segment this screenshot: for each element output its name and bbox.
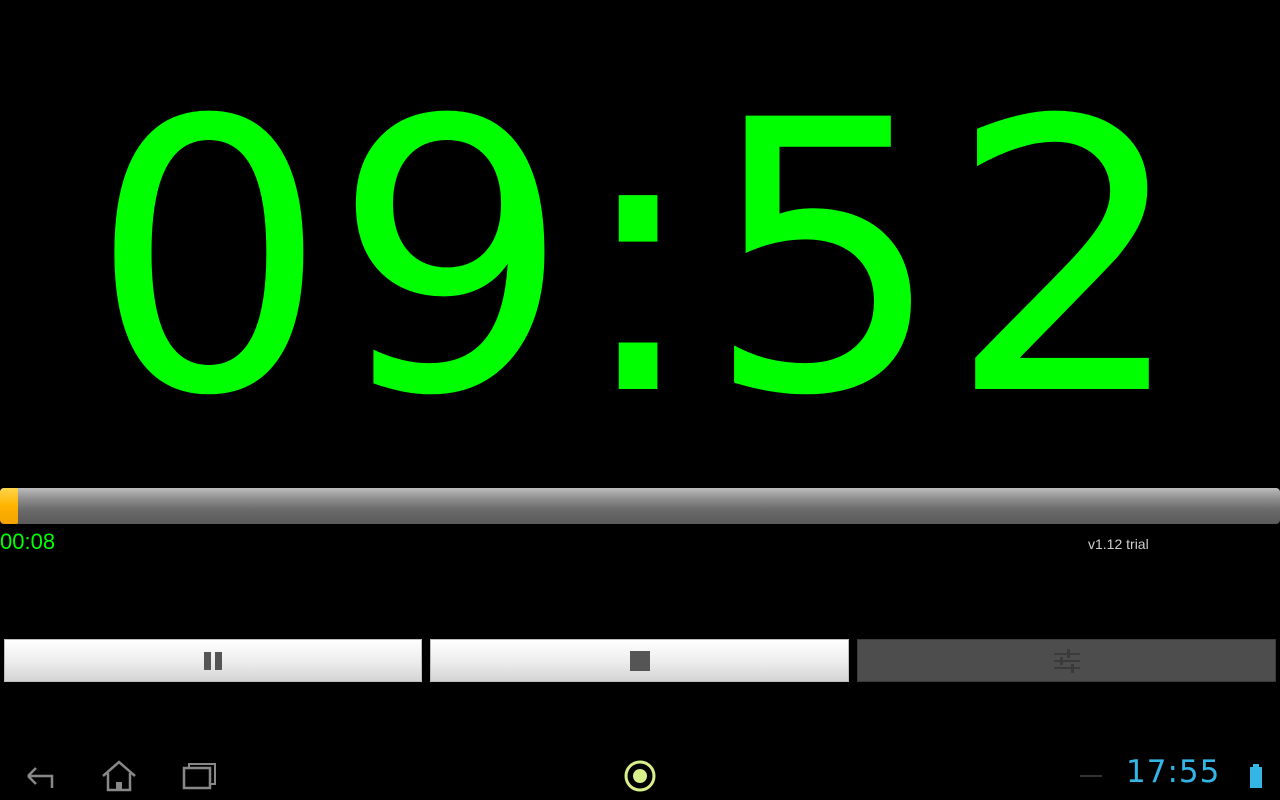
timer-screen: 09:52 00:08 v1.12 trial 17:55 [0,0,1280,800]
home-icon[interactable] [99,756,139,796]
pause-icon [204,651,222,670]
progress-bar [0,488,1280,524]
progress-fill [0,488,18,524]
app-indicator-icon[interactable] [620,756,660,796]
battery-icon [1240,756,1280,796]
sliders-icon [1053,648,1080,673]
settings-button[interactable] [857,639,1276,682]
countdown-display: 09:52 [89,41,1191,478]
version-label: v1.12 trial [1088,536,1149,552]
elapsed-time: 00:08 [0,529,56,554]
recent-apps-icon[interactable] [180,756,220,796]
back-icon[interactable] [22,756,62,796]
stop-button[interactable] [430,639,849,682]
stop-icon [629,650,650,671]
pause-button[interactable] [4,639,422,682]
system-clock: 17:55 [1126,754,1221,790]
notification-dash-icon [1078,756,1118,796]
